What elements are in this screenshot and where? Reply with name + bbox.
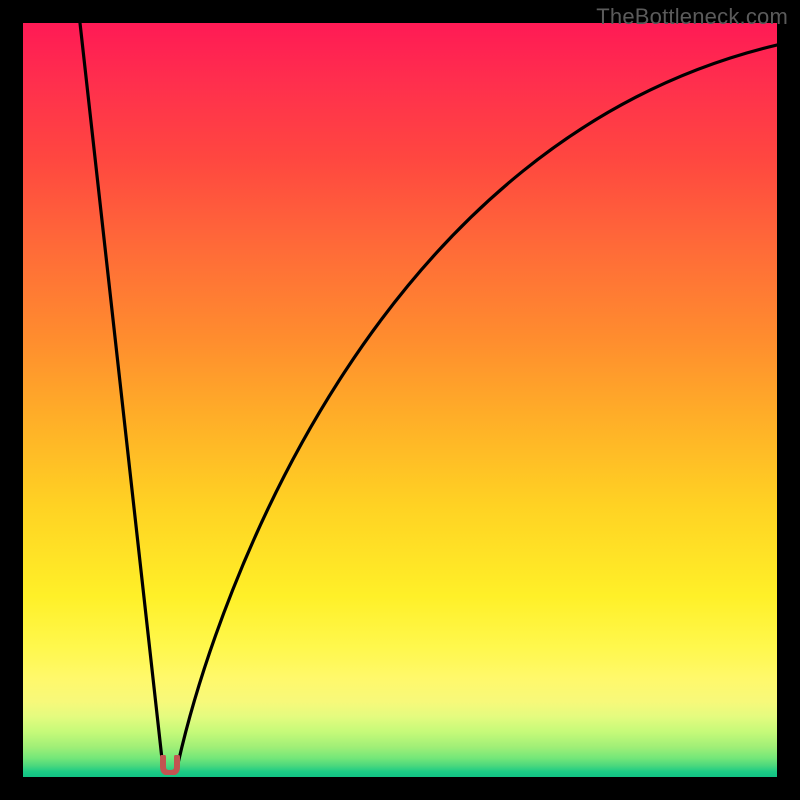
left-curve <box>80 23 163 768</box>
chart-frame: TheBottleneck.com <box>0 0 800 800</box>
plot-area <box>23 23 777 777</box>
watermark-text: TheBottleneck.com <box>596 4 788 30</box>
min-marker <box>160 755 180 775</box>
curve-layer <box>23 23 777 777</box>
right-curve <box>177 45 777 768</box>
